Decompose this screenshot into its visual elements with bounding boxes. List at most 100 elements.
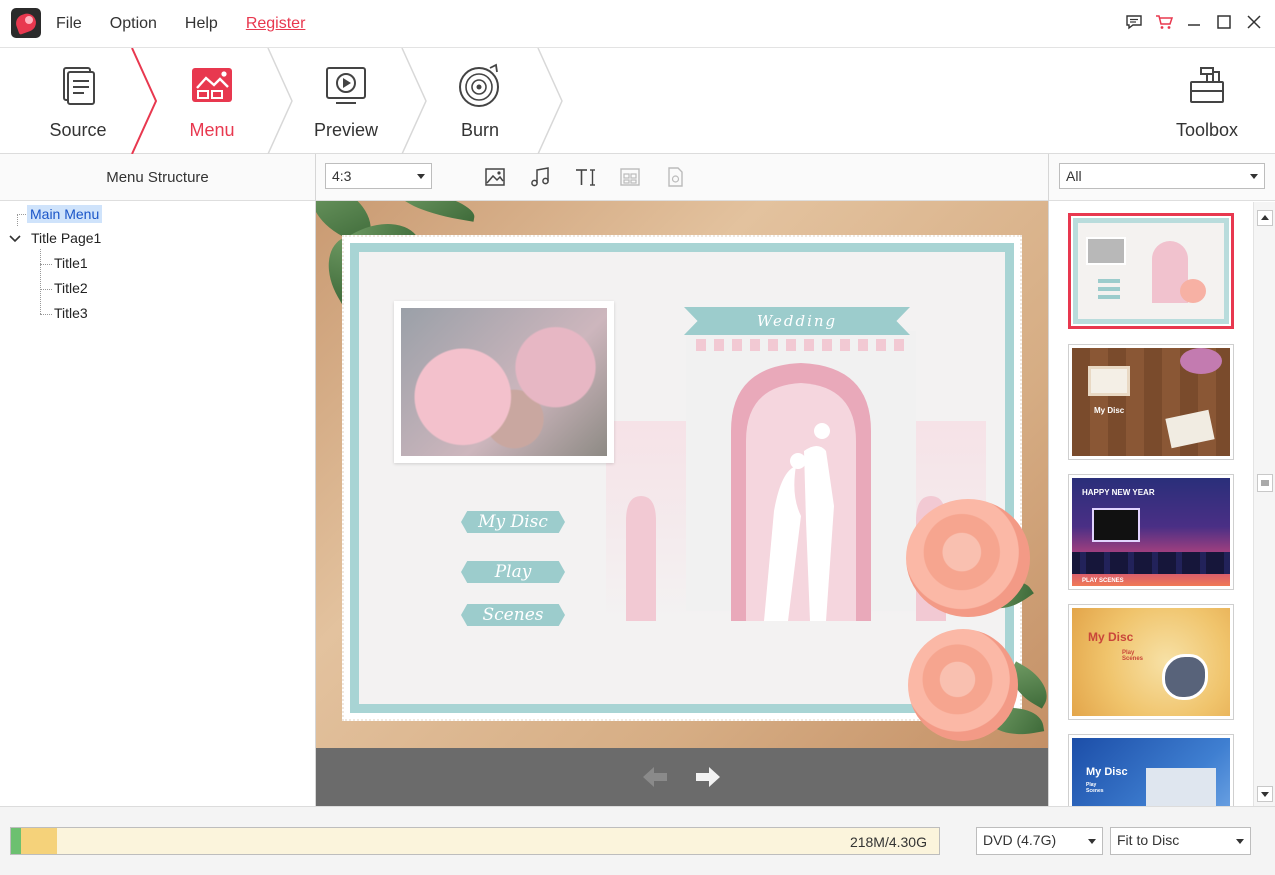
tree-connector [17, 214, 26, 215]
fit-mode-value: Fit to Disc [1117, 832, 1180, 848]
aspect-ratio-select[interactable]: 4:3 [325, 163, 432, 189]
step-ribbon: Source Menu Preview Burn Toolbox [0, 48, 1275, 154]
menu-edit-toolbar: 4:3 [316, 154, 1048, 201]
previous-page-arrow-icon[interactable] [642, 766, 668, 788]
toolbox-label: Toolbox [1175, 120, 1239, 140]
template-thumb-autumn[interactable]: My Disc Play Scenes [1068, 604, 1234, 720]
tree-item-title-page[interactable]: Title Page1 [31, 230, 101, 246]
window-controls [1125, 12, 1263, 32]
template-preview: My Disc Play Scenes [1072, 608, 1230, 716]
register-link[interactable]: Register [246, 15, 306, 33]
menu-option[interactable]: Option [110, 15, 157, 33]
menu-photo-frame[interactable] [394, 301, 614, 463]
background-image-icon[interactable] [483, 165, 507, 189]
template-photo [1086, 237, 1126, 265]
menu-button-scenes[interactable]: Scenes [461, 604, 565, 626]
step-burn-label: Burn [460, 120, 500, 140]
capacity-text: 218M/4.30G [849, 834, 927, 850]
template-flower [1180, 348, 1222, 374]
template-preview: HAPPY NEW YEAR PLAY SCENES [1072, 478, 1230, 586]
tree-item-title3[interactable]: Title3 [54, 305, 88, 321]
tree-connector [40, 314, 52, 315]
rose-decoration [908, 629, 1018, 741]
step-preview[interactable]: Preview [279, 48, 413, 154]
chevron-down-icon[interactable] [9, 234, 21, 244]
disc-icon [459, 63, 499, 107]
menu-file[interactable]: File [56, 15, 82, 33]
template-thumb-blue[interactable]: My Disc Play Scenes [1068, 734, 1234, 806]
step-source[interactable]: Source [11, 48, 145, 154]
menu-button-play[interactable]: Play [461, 561, 565, 583]
next-page-arrow-icon[interactable] [695, 766, 721, 788]
template-button [1098, 287, 1120, 291]
template-card [1165, 409, 1215, 449]
menu-help[interactable]: Help [185, 15, 218, 33]
music-icon[interactable] [528, 165, 552, 189]
template-preview [1073, 218, 1229, 324]
step-burn[interactable]: Burn [413, 48, 547, 154]
menu-structure-panel: Menu Structure Main Menu Title Page1 Tit… [0, 154, 316, 806]
template-caption: My Disc [1094, 406, 1125, 415]
template-scrollbar[interactable] [1253, 202, 1275, 806]
aspect-ratio-value: 4:3 [332, 168, 352, 184]
template-thumb-wood[interactable]: My Disc [1068, 344, 1234, 460]
template-filter-select[interactable]: All [1059, 163, 1265, 189]
template-rose [1180, 279, 1206, 303]
tree-item-main-menu[interactable]: Main Menu [27, 205, 103, 223]
scroll-thumb[interactable] [1257, 474, 1273, 492]
status-bar: 218M/4.30G DVD (4.7G) Fit to Disc [0, 806, 1275, 875]
scroll-down-button[interactable] [1257, 786, 1273, 802]
toolbox-button[interactable]: Toolbox [1140, 48, 1274, 154]
rose-decoration [906, 499, 1030, 617]
template-thumb-new-year[interactable]: HAPPY NEW YEAR PLAY SCENES [1068, 474, 1234, 590]
template-skyline [1072, 552, 1230, 574]
menu-image-icon [192, 68, 232, 102]
page-navigation [316, 748, 1048, 806]
disc-type-value: DVD (4.7G) [983, 832, 1057, 848]
menu-bar: File Option Help Register [56, 15, 333, 33]
template-filter-bar: All [1049, 154, 1275, 201]
template-photo [1088, 366, 1130, 396]
cart-icon[interactable] [1155, 12, 1173, 32]
text-icon[interactable] [573, 165, 597, 189]
thumbnail-icon[interactable] [663, 165, 687, 189]
template-thumb-wedding[interactable] [1068, 213, 1234, 329]
step-source-label: Source [49, 120, 107, 140]
feedback-icon[interactable] [1125, 12, 1143, 32]
toolbox-icon [1190, 67, 1224, 103]
template-preview: My Disc [1072, 348, 1230, 456]
chevron-down-icon [1250, 174, 1258, 179]
menu-structure-title: Menu Structure [0, 154, 315, 201]
layout-icon[interactable] [618, 165, 642, 189]
tree-connector [40, 289, 52, 290]
template-panel: All My Disc HAPPY NEW YEAR PLAY SCENES M… [1048, 154, 1275, 806]
template-caption: My Disc [1088, 630, 1134, 644]
template-button [1098, 295, 1120, 299]
scroll-up-button[interactable] [1257, 210, 1273, 226]
wedding-banner: Wedding [684, 307, 910, 335]
template-subcaption: PLAY SCENES [1082, 578, 1124, 584]
template-list: My Disc HAPPY NEW YEAR PLAY SCENES My Di… [1049, 202, 1254, 806]
template-photo [1162, 654, 1208, 700]
chevron-down-icon [1088, 839, 1096, 844]
tree-connector [40, 264, 52, 265]
template-caption: My Disc [1086, 766, 1128, 778]
play-screen-icon [326, 67, 366, 104]
minimize-icon[interactable] [1185, 12, 1203, 32]
disc-type-select[interactable]: DVD (4.7G) [976, 827, 1103, 855]
tree-item-title2[interactable]: Title2 [54, 280, 88, 296]
template-caption: HAPPY NEW YEAR [1082, 488, 1155, 497]
maximize-icon[interactable] [1215, 12, 1233, 32]
tree-connector [40, 249, 41, 314]
chevron-down-icon [417, 174, 425, 179]
step-menu[interactable]: Menu [145, 48, 279, 154]
document-icon [63, 67, 95, 105]
fit-mode-select[interactable]: Fit to Disc [1110, 827, 1251, 855]
tree-item-title1[interactable]: Title1 [54, 255, 88, 271]
menu-button-my-disc[interactable]: My Disc [461, 511, 565, 533]
template-filter-value: All [1066, 168, 1082, 184]
capacity-used-fill-secondary [21, 828, 57, 854]
template-preview: My Disc Play Scenes [1072, 738, 1230, 806]
close-icon[interactable] [1245, 12, 1263, 32]
template-screen [1092, 508, 1140, 542]
